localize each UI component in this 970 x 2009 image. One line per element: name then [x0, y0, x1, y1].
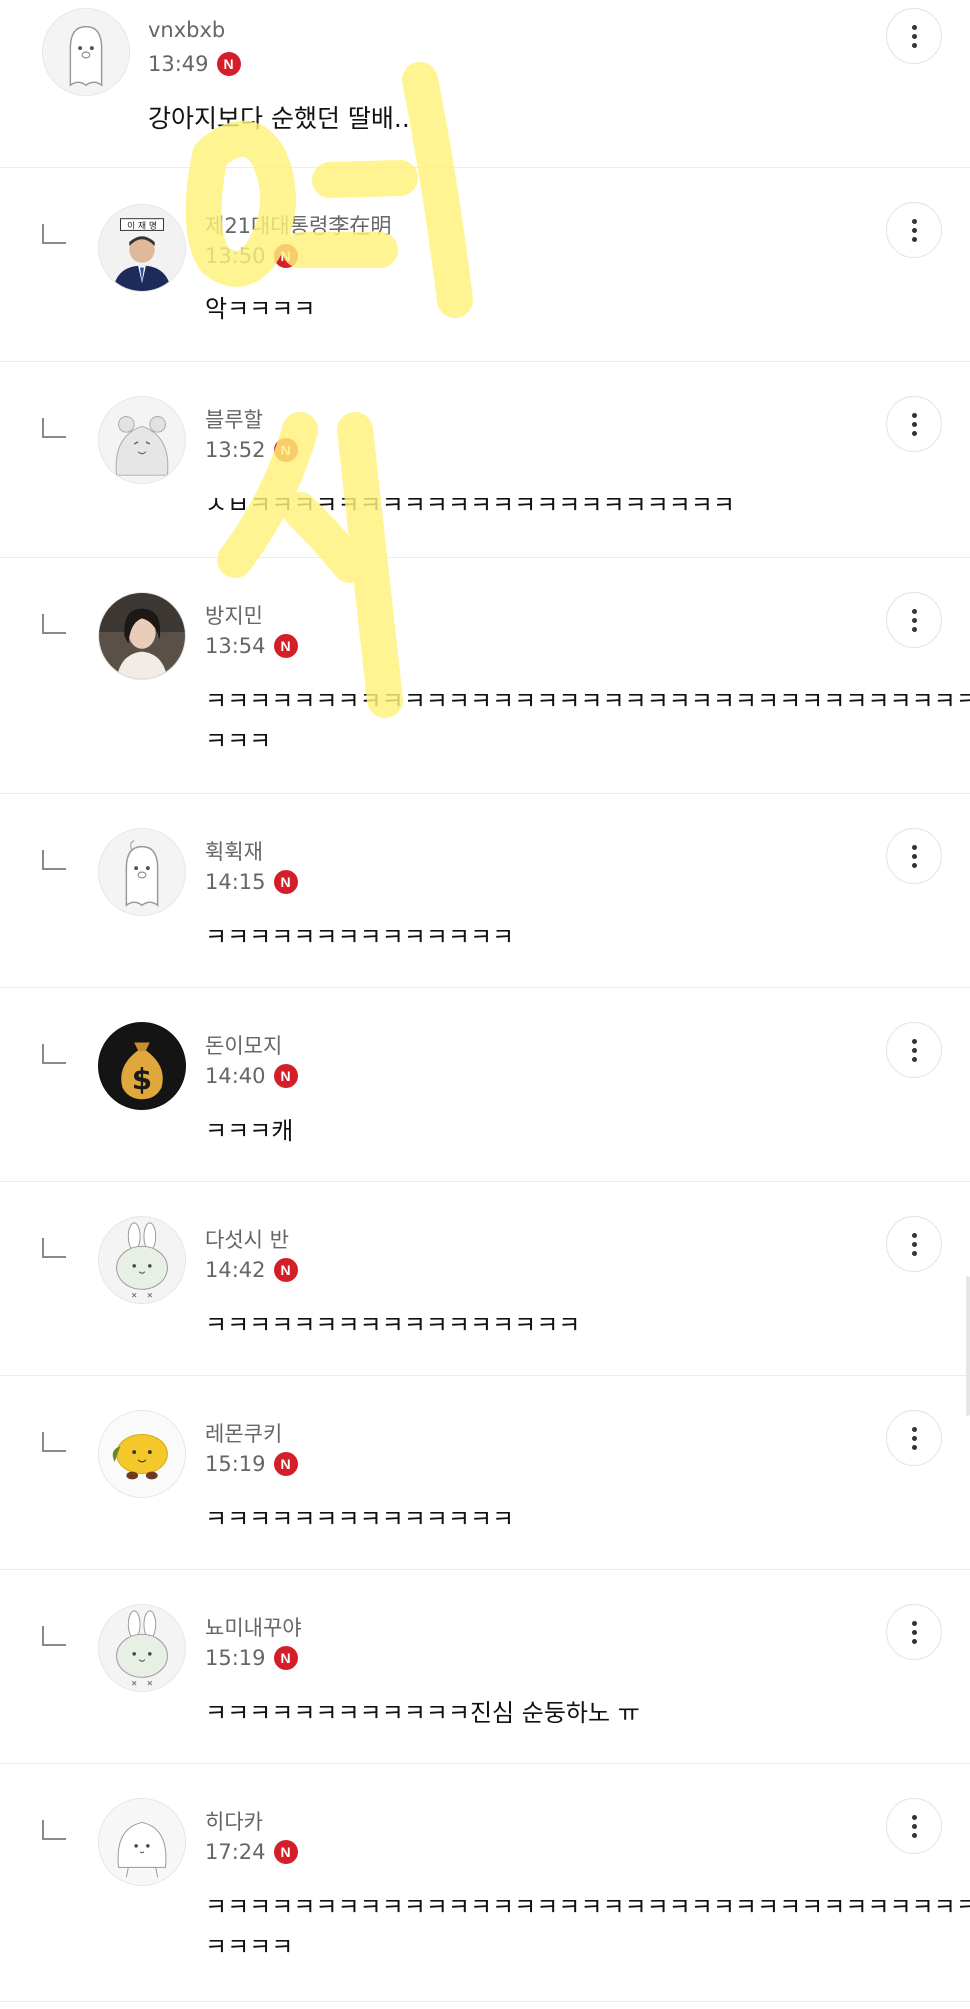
- comment-text-line: ㅋㅋㅋㅋ: [205, 1933, 294, 1961]
- comment-text: ㅋㅋㅋㅋㅋㅋㅋㅋㅋㅋㅋㅋㅋㅋㅋㅋㅋ: [205, 1311, 581, 1339]
- more-options-button[interactable]: [886, 1216, 942, 1272]
- reply-item: 방지민 13:54 N ㅋㅋㅋㅋㅋㅋㅋㅋㅋㅋㅋㅋㅋㅋㅋㅋㅋㅋㅋㅋㅋㅋㅋㅋㅋㅋㅋㅋ…: [0, 558, 970, 794]
- reply-indicator-icon: [42, 1820, 66, 1840]
- scrollbar[interactable]: [966, 1276, 970, 1416]
- comment-meta: 13:52 N: [205, 438, 298, 462]
- comment-text: ㅅㅂㅋㅋㅋㅋㅋㅋㅋㅋㅋㅋㅋㅋㅋㅋㅋㅋㅋㅋㅋㅋㅋㅋ: [205, 491, 735, 519]
- comment-text: ㅋㅋㅋㅋㅋㅋㅋㅋㅋㅋㅋㅋㅋㅋ: [205, 1505, 515, 1533]
- round-blob-avatar-icon[interactable]: [98, 1798, 186, 1886]
- comment-author[interactable]: 제21대대통령李在明: [205, 210, 391, 240]
- new-badge: N: [216, 52, 241, 76]
- reply-item: 다섯시 반 14:42 N ㅋㅋㅋㅋㅋㅋㅋㅋㅋㅋㅋㅋㅋㅋㅋㅋㅋ: [0, 1182, 970, 1376]
- comment-author[interactable]: 뇨미내꾸야: [205, 1612, 302, 1642]
- comment-time: 15:19: [205, 1646, 266, 1670]
- comment-meta: 14:15 N: [205, 870, 298, 894]
- reply-indicator-icon: [42, 1044, 66, 1064]
- more-options-button[interactable]: [886, 396, 942, 452]
- new-badge: N: [273, 1840, 298, 1864]
- comment-text: ㅋㅋㅋㅋㅋㅋㅋㅋㅋㅋㅋㅋ진심 순둥하노 ㅠ: [205, 1699, 640, 1727]
- comment-meta: 14:42 N: [205, 1258, 298, 1282]
- reply-indicator-icon: [42, 850, 66, 870]
- comment-time: 13:54: [205, 634, 266, 658]
- comment-author[interactable]: 휙휙재: [205, 836, 263, 866]
- comment-time: 15:19: [205, 1452, 266, 1476]
- svg-text:$: $: [132, 1062, 152, 1096]
- new-badge: N: [273, 438, 298, 462]
- reply-indicator-icon: [42, 1432, 66, 1452]
- reply-item: 휙휙재 14:15 N ㅋㅋㅋㅋㅋㅋㅋㅋㅋㅋㅋㅋㅋㅋ: [0, 794, 970, 988]
- new-badge: N: [273, 1646, 298, 1670]
- comment-time: 13:52: [205, 438, 266, 462]
- comment-meta: 17:24 N: [205, 1840, 298, 1864]
- new-badge: N: [273, 244, 298, 268]
- comment-author[interactable]: 히다카: [205, 1806, 263, 1836]
- comment-meta: 15:19 N: [205, 1452, 298, 1476]
- comment-time: 13:50: [205, 244, 266, 268]
- comment-time: 13:49: [148, 52, 209, 76]
- reply-indicator-icon: [42, 614, 66, 634]
- comment-author[interactable]: 방지민: [205, 600, 263, 630]
- comment-time: 14:42: [205, 1258, 266, 1282]
- more-options-button[interactable]: [886, 828, 942, 884]
- comment-author[interactable]: vnxbxb: [148, 18, 225, 42]
- reply-item: $ 돈이모지 14:40 N ㅋㅋㅋ캐: [0, 988, 970, 1182]
- comment-text: ㅋㅋㅋ캐: [205, 1117, 294, 1145]
- bunny-avatar-icon[interactable]: [98, 1604, 186, 1692]
- grey-hamster-avatar-icon[interactable]: [98, 396, 186, 484]
- comment-text-line: ㅋㅋㅋㅋㅋㅋㅋㅋㅋㅋㅋㅋㅋㅋㅋㅋㅋㅋㅋㅋㅋㅋㅋㅋㅋㅋㅋㅋㅋㅋㅋㅋㅋㅋㅋ: [205, 1893, 970, 1921]
- white-ghost-avatar-icon[interactable]: [42, 8, 130, 96]
- comment-meta: 15:19 N: [205, 1646, 298, 1670]
- new-badge: N: [273, 1452, 298, 1476]
- comment-time: 14:15: [205, 870, 266, 894]
- woman-photo-avatar[interactable]: [98, 592, 186, 680]
- politician-photo-avatar[interactable]: 이 재 명: [98, 204, 186, 292]
- comment-item: vnxbxb 13:49 N 강아지보다 순했던 딸배..: [0, 0, 970, 168]
- more-options-button[interactable]: [886, 592, 942, 648]
- reply-indicator-icon: [42, 1626, 66, 1646]
- comment-meta: 13:54 N: [205, 634, 298, 658]
- comment-text-line: ㅋㅋㅋㅋㅋㅋㅋㅋㅋㅋㅋㅋㅋㅋㅋㅋㅋㅋㅋㅋㅋㅋㅋㅋㅋㅋㅋㅋㅋㅋㅋㅋㅋㅋㅋ: [205, 687, 970, 715]
- money-bag-avatar-icon[interactable]: $: [98, 1022, 186, 1110]
- comment-text: 악ㅋㅋㅋㅋ: [205, 295, 316, 323]
- comment-author[interactable]: 레몬쿠키: [205, 1418, 282, 1448]
- comment-time: 14:40: [205, 1064, 266, 1088]
- reply-item: 이 재 명 제21대대통령李在明 13:50 N 악ㅋㅋㅋㅋ: [0, 168, 970, 362]
- new-badge: N: [273, 634, 298, 658]
- new-badge: N: [273, 1064, 298, 1088]
- comment-meta: 14:40 N: [205, 1064, 298, 1088]
- comment-author[interactable]: 블루할: [205, 404, 263, 434]
- more-options-button[interactable]: [886, 1798, 942, 1854]
- bunny-avatar-icon[interactable]: [98, 1216, 186, 1304]
- reply-item: 히다카 17:24 N ㅋㅋㅋㅋㅋㅋㅋㅋㅋㅋㅋㅋㅋㅋㅋㅋㅋㅋㅋㅋㅋㅋㅋㅋㅋㅋㅋㅋ…: [0, 1764, 970, 2002]
- reply-indicator-icon: [42, 1238, 66, 1258]
- comment-time: 17:24: [205, 1840, 266, 1864]
- new-badge: N: [273, 1258, 298, 1282]
- more-options-button[interactable]: [886, 1022, 942, 1078]
- comment-author[interactable]: 돈이모지: [205, 1030, 282, 1060]
- more-options-button[interactable]: [886, 8, 942, 64]
- comment-text: ㅋㅋㅋㅋㅋㅋㅋㅋㅋㅋㅋㅋㅋㅋ: [205, 923, 515, 951]
- more-options-button[interactable]: [886, 1410, 942, 1466]
- reply-indicator-icon: [42, 224, 66, 244]
- comment-text: 강아지보다 순했던 딸배..: [148, 104, 410, 133]
- comment-meta: 13:49 N: [148, 52, 241, 76]
- reply-item: 뇨미내꾸야 15:19 N ㅋㅋㅋㅋㅋㅋㅋㅋㅋㅋㅋㅋ진심 순둥하노 ㅠ: [0, 1570, 970, 1764]
- comment-meta: 13:50 N: [205, 244, 298, 268]
- new-badge: N: [273, 870, 298, 894]
- more-options-button[interactable]: [886, 202, 942, 258]
- more-options-button[interactable]: [886, 1604, 942, 1660]
- reply-item: 블루할 13:52 N ㅅㅂㅋㅋㅋㅋㅋㅋㅋㅋㅋㅋㅋㅋㅋㅋㅋㅋㅋㅋㅋㅋㅋㅋ: [0, 362, 970, 558]
- lemon-avatar-icon[interactable]: [98, 1410, 186, 1498]
- reply-item: 레몬쿠키 15:19 N ㅋㅋㅋㅋㅋㅋㅋㅋㅋㅋㅋㅋㅋㅋ: [0, 1376, 970, 1570]
- white-ghost-avatar-icon[interactable]: [98, 828, 186, 916]
- comment-author[interactable]: 다섯시 반: [205, 1224, 289, 1254]
- comment-text-line: ㅋㅋㅋ: [205, 727, 272, 755]
- reply-indicator-icon: [42, 418, 66, 438]
- svg-text:이 재 명: 이 재 명: [127, 220, 157, 231]
